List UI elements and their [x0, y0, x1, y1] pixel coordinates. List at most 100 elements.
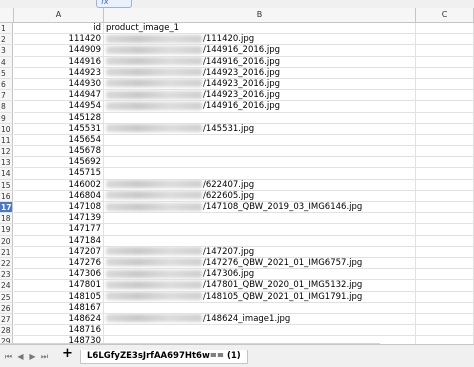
- cell-c[interactable]: [416, 202, 474, 214]
- row-header[interactable]: 18: [0, 213, 13, 225]
- row-header[interactable]: 17: [0, 202, 13, 214]
- cell-b[interactable]: /147801_QBW_2020_01_IMG5132.jpg: [104, 280, 416, 292]
- last-sheet-icon[interactable]: ⏭: [40, 352, 49, 361]
- cell-a[interactable]: 147177: [14, 224, 104, 236]
- row-header[interactable]: 9: [0, 112, 13, 124]
- cell-a[interactable]: id: [14, 23, 104, 35]
- cell-a[interactable]: 147306: [14, 269, 104, 281]
- cell-a[interactable]: 144923: [14, 67, 104, 79]
- cell-c[interactable]: [416, 56, 474, 68]
- cell-c[interactable]: [416, 101, 474, 113]
- cell-b[interactable]: [104, 112, 416, 124]
- cell-a[interactable]: 145654: [14, 134, 104, 147]
- prev-sheet-icon[interactable]: ◀: [16, 352, 25, 361]
- row-header[interactable]: 13: [0, 157, 13, 169]
- cell-c[interactable]: [416, 269, 474, 281]
- cell-c[interactable]: [416, 23, 474, 35]
- cell-b[interactable]: /144923_2016.jpg: [104, 67, 416, 79]
- add-sheet-button[interactable]: +: [62, 347, 73, 360]
- column-header-c[interactable]: C: [416, 8, 474, 22]
- cell-b[interactable]: /144916_2016.jpg: [104, 101, 416, 113]
- cell-b[interactable]: [104, 302, 416, 314]
- cell-c[interactable]: [416, 302, 474, 314]
- next-sheet-icon[interactable]: ▶: [28, 352, 37, 361]
- cell-a[interactable]: 145128: [14, 112, 104, 124]
- row-header[interactable]: 8: [0, 101, 13, 113]
- select-all-corner[interactable]: [0, 8, 14, 22]
- cell-a[interactable]: 148716: [14, 325, 104, 337]
- cell-b[interactable]: /147276_QBW_2021_01_IMG6757.jpg: [104, 257, 416, 270]
- cell-c[interactable]: [416, 146, 474, 158]
- cell-a[interactable]: 145692: [14, 157, 104, 169]
- cell-b[interactable]: /148624_image1.jpg: [104, 313, 416, 326]
- cell-c[interactable]: [416, 235, 474, 247]
- column-header-a[interactable]: A: [14, 8, 104, 22]
- cell-a[interactable]: 144954: [14, 101, 104, 113]
- cell-a[interactable]: 146804: [14, 190, 104, 202]
- cell-c[interactable]: [416, 190, 474, 202]
- cell-c[interactable]: [416, 291, 474, 303]
- spreadsheet-grid[interactable]: 1 id product_image_1 2 111420/111420.jpg 3 144…: [0, 23, 474, 348]
- row-header[interactable]: 2: [0, 34, 13, 46]
- cell-a[interactable]: 147184: [14, 235, 104, 247]
- row-header[interactable]: 6: [0, 78, 13, 91]
- row-header[interactable]: 19: [0, 224, 13, 236]
- cell-c[interactable]: [416, 112, 474, 124]
- cell-b[interactable]: /622407.jpg: [104, 179, 416, 191]
- cell-c[interactable]: [416, 67, 474, 79]
- function-wizard-button[interactable]: fx: [96, 0, 132, 8]
- cell-b[interactable]: /144916_2016.jpg: [104, 56, 416, 68]
- row-header[interactable]: 12: [0, 146, 13, 158]
- row-header[interactable]: 11: [0, 134, 13, 147]
- cell-a[interactable]: 147139: [14, 213, 104, 225]
- row-header[interactable]: 23: [0, 269, 13, 281]
- row-header[interactable]: 22: [0, 257, 13, 270]
- row-header[interactable]: 10: [0, 123, 13, 135]
- row-header[interactable]: 1: [0, 23, 13, 35]
- cell-c[interactable]: [416, 157, 474, 169]
- cell-a[interactable]: 147801: [14, 280, 104, 292]
- cell-a[interactable]: 144916: [14, 56, 104, 68]
- cell-c[interactable]: [416, 325, 474, 337]
- cell-b[interactable]: [104, 146, 416, 158]
- cell-b[interactable]: /148105_QBW_2021_01_IMG1791.jpg: [104, 291, 416, 303]
- row-header[interactable]: 26: [0, 302, 13, 314]
- cell-b[interactable]: [104, 157, 416, 169]
- cell-b[interactable]: /144923_2016.jpg: [104, 78, 416, 91]
- cell-a[interactable]: 145715: [14, 168, 104, 180]
- cell-c[interactable]: [416, 213, 474, 225]
- cell-a[interactable]: 147207: [14, 246, 104, 258]
- cell-a[interactable]: 144947: [14, 90, 104, 102]
- cell-a[interactable]: 146002: [14, 179, 104, 191]
- cell-c[interactable]: [416, 34, 474, 46]
- cell-a[interactable]: 144909: [14, 45, 104, 57]
- cell-b[interactable]: /147207.jpg: [104, 246, 416, 258]
- cell-c[interactable]: [416, 78, 474, 91]
- first-sheet-icon[interactable]: ⏮: [4, 352, 13, 361]
- cell-b[interactable]: /144916_2016.jpg: [104, 45, 416, 57]
- cell-a[interactable]: 148624: [14, 313, 104, 326]
- row-header[interactable]: 24: [0, 280, 13, 292]
- cell-a[interactable]: 147276: [14, 257, 104, 270]
- row-header[interactable]: 20: [0, 235, 13, 247]
- cell-b[interactable]: /144923_2016.jpg: [104, 90, 416, 102]
- row-header[interactable]: 25: [0, 291, 13, 303]
- cell-c[interactable]: [416, 90, 474, 102]
- column-header-b[interactable]: B: [104, 8, 416, 22]
- cell-b[interactable]: /622605.jpg: [104, 190, 416, 202]
- cell-b[interactable]: [104, 325, 416, 337]
- cell-b[interactable]: [104, 213, 416, 225]
- cell-a[interactable]: 147108: [14, 202, 104, 214]
- cell-b[interactable]: [104, 235, 416, 247]
- cell-b[interactable]: [104, 168, 416, 180]
- cell-a[interactable]: 144930: [14, 78, 104, 91]
- cell-c[interactable]: [416, 257, 474, 270]
- cell-b[interactable]: product_image_1: [104, 23, 416, 35]
- row-header[interactable]: 14: [0, 168, 13, 180]
- cell-b[interactable]: [104, 224, 416, 236]
- cell-b[interactable]: /147306.jpg: [104, 269, 416, 281]
- cell-c[interactable]: [416, 224, 474, 236]
- row-header[interactable]: 7: [0, 90, 13, 102]
- cell-c[interactable]: [416, 246, 474, 258]
- cell-a[interactable]: 145678: [14, 146, 104, 158]
